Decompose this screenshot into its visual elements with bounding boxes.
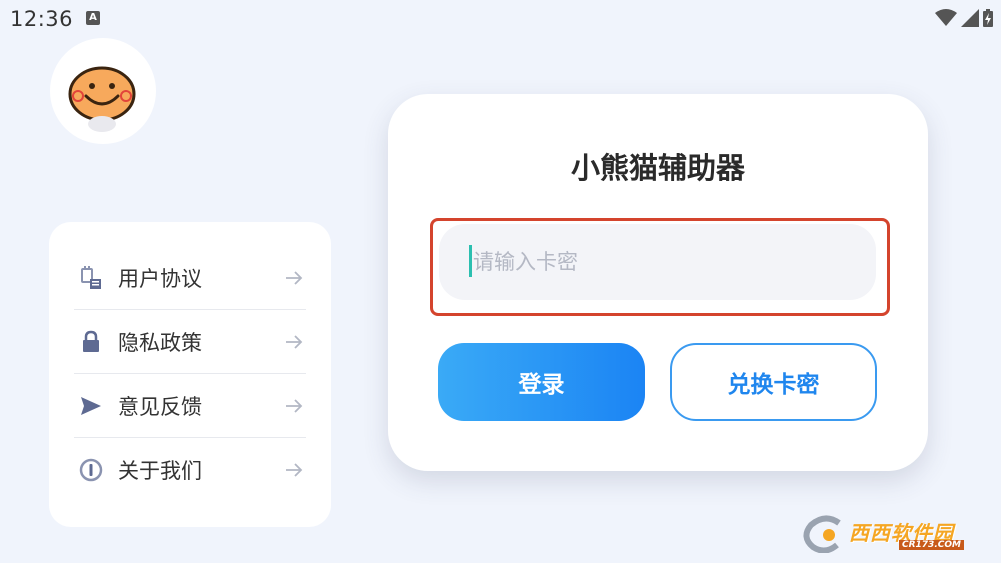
wifi-icon <box>935 9 957 26</box>
menu-item-label: 隐私政策 <box>118 331 202 355</box>
lock-icon <box>78 329 104 355</box>
arrow-right-icon <box>286 399 303 413</box>
agreement-icon <box>78 265 104 291</box>
arrow-right-icon <box>286 335 303 349</box>
info-icon <box>78 457 104 483</box>
status-time: 12:36 <box>10 7 74 31</box>
watermark-logo-icon <box>803 515 841 554</box>
card-key-input[interactable] <box>439 224 876 300</box>
avatar[interactable] <box>50 38 156 144</box>
app-title: 小熊猫辅助器 <box>570 151 745 185</box>
menu-item-feedback[interactable]: 意见反馈 <box>74 374 306 438</box>
menu-item-privacy-policy[interactable]: 隐私政策 <box>74 310 306 374</box>
battery-charging-icon <box>983 9 993 27</box>
status-bar: 12:36 A <box>0 0 1001 38</box>
login-card: 小熊猫辅助器 登录 兑换卡密 <box>388 94 928 471</box>
status-icons <box>935 9 993 27</box>
smiley-mascot-icon <box>68 66 136 132</box>
text-cursor <box>469 245 472 277</box>
arrow-right-icon <box>286 271 303 285</box>
menu-item-label: 关于我们 <box>118 459 202 483</box>
menu-item-user-agreement[interactable]: 用户协议 <box>74 246 306 310</box>
login-button[interactable]: 登录 <box>438 343 645 421</box>
signal-icon <box>961 9 979 27</box>
notification-badge-icon: A <box>86 11 100 25</box>
menu-item-label: 意见反馈 <box>118 395 202 419</box>
redeem-card-key-button[interactable]: 兑换卡密 <box>670 343 877 421</box>
watermark: 西西软件园 CR173.COM <box>801 515 981 554</box>
watermark-sub: CR173.COM <box>899 540 964 550</box>
arrow-right-icon <box>286 463 303 477</box>
send-icon <box>78 393 104 419</box>
menu-card: 用户协议 隐私政策 意见反馈 关于我们 <box>49 222 331 527</box>
menu-item-label: 用户协议 <box>118 267 202 291</box>
menu-item-about-us[interactable]: 关于我们 <box>74 438 306 502</box>
